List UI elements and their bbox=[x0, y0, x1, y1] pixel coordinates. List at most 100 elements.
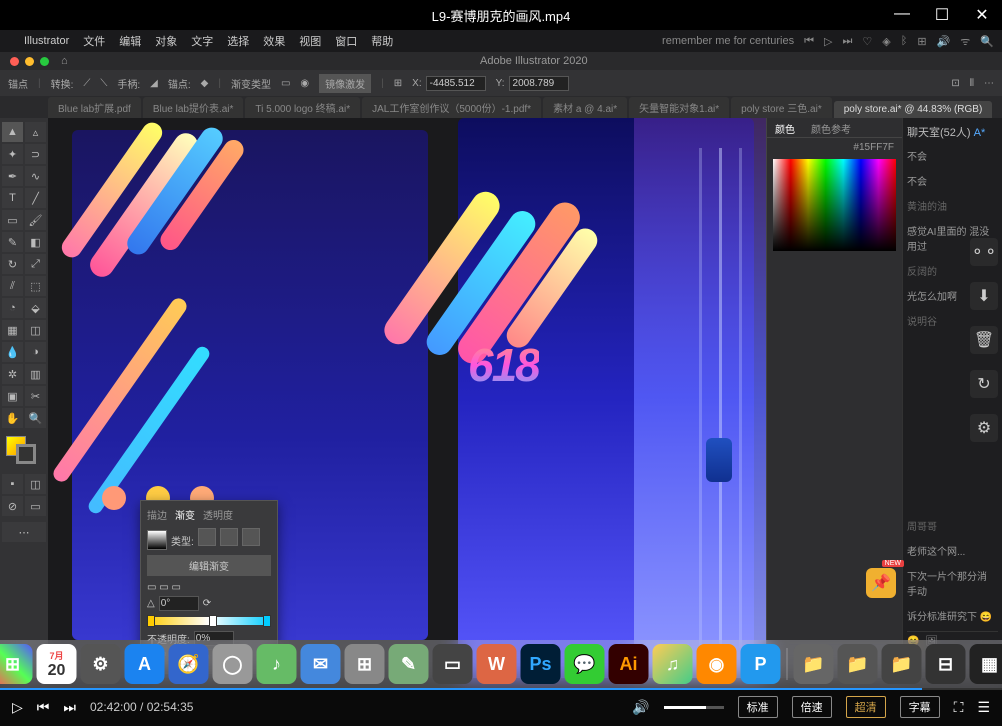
color-spectrum[interactable] bbox=[773, 159, 896, 251]
menu-object[interactable]: 对象 bbox=[155, 33, 177, 49]
traffic-max[interactable] bbox=[40, 57, 49, 66]
wifi-icon[interactable]: ᯤ bbox=[960, 34, 970, 49]
safari-icon[interactable]: 🧭 bbox=[169, 644, 209, 684]
menu-type[interactable]: 文字 bbox=[191, 33, 213, 49]
fill-stroke-swatch[interactable] bbox=[2, 436, 46, 466]
app-icon[interactable]: ✉ bbox=[301, 644, 341, 684]
play-button[interactable]: ▷ bbox=[12, 699, 23, 716]
scale-tool[interactable]: ⤢ bbox=[25, 254, 46, 274]
mirror-icon-2[interactable]: ◉ bbox=[300, 78, 309, 89]
folder-icon[interactable]: 📁 bbox=[838, 644, 878, 684]
menu-select[interactable]: 选择 bbox=[227, 33, 249, 49]
angle-input[interactable] bbox=[159, 596, 199, 611]
volume-button[interactable]: 🔊 bbox=[632, 699, 649, 716]
hand-tool[interactable]: ✋ bbox=[2, 408, 23, 428]
shape-builder-tool[interactable]: ◔ bbox=[2, 298, 23, 318]
app-icon[interactable]: ▦ bbox=[970, 644, 1002, 684]
line-tool[interactable]: ╱ bbox=[25, 188, 46, 208]
rect-tool[interactable]: ▭ bbox=[2, 210, 23, 230]
volume-icon[interactable]: 🔊 bbox=[937, 35, 951, 48]
panel-tab-opacity[interactable]: 透明度 bbox=[203, 507, 233, 522]
menu-window[interactable]: 窗口 bbox=[335, 33, 357, 49]
color-mode[interactable]: ▪ bbox=[2, 474, 23, 494]
launchpad-icon[interactable]: ⊞ bbox=[0, 644, 33, 684]
doc-tab[interactable]: Ti 5.000 logo 终稿.ai* bbox=[245, 97, 360, 118]
doc-tab[interactable]: Blue lab提价表.ai* bbox=[143, 97, 244, 118]
free-transform-tool[interactable]: ⬚ bbox=[25, 276, 46, 296]
delete-icon[interactable]: 🗑 bbox=[970, 326, 998, 354]
speed-tag[interactable]: 倍速 bbox=[792, 696, 832, 718]
app-icon[interactable]: ⊟ bbox=[926, 644, 966, 684]
app-icon[interactable]: P bbox=[741, 644, 781, 684]
wps-icon[interactable]: W bbox=[477, 644, 517, 684]
direct-select-tool[interactable]: ▵ bbox=[25, 122, 46, 142]
anchor-icon[interactable]: ◆ bbox=[201, 78, 209, 89]
refresh-icon[interactable]: ↻ bbox=[970, 370, 998, 398]
calendar-icon[interactable]: 7月20 bbox=[37, 644, 77, 684]
lasso-tool[interactable]: ⊃ bbox=[25, 144, 46, 164]
doc-tab[interactable]: Blue lab扩展.pdf bbox=[48, 97, 141, 118]
menu-edit[interactable]: 编辑 bbox=[119, 33, 141, 49]
app-icon[interactable]: ◯ bbox=[213, 644, 253, 684]
edit-gradient-button[interactable]: 编辑渐变 bbox=[147, 555, 271, 576]
grid-icon[interactable]: ⊞ bbox=[917, 35, 926, 48]
close-button[interactable]: ✕ bbox=[970, 5, 994, 25]
doc-tab[interactable]: 矢量智能对象1.ai* bbox=[629, 97, 729, 118]
color-guide-tab[interactable]: 颜色参考 bbox=[803, 118, 859, 137]
app-icon[interactable]: ✎ bbox=[389, 644, 429, 684]
more-icon[interactable]: ⋯ bbox=[984, 78, 994, 89]
handle-icon[interactable]: ◢ bbox=[150, 78, 158, 89]
eraser-tool[interactable]: ◧ bbox=[25, 232, 46, 252]
heart-icon[interactable]: ♡ bbox=[862, 35, 872, 48]
none-mode[interactable]: ⊘ bbox=[2, 496, 23, 516]
color-tab[interactable]: 颜色 bbox=[767, 118, 803, 137]
doc-tab-active[interactable]: poly store.ai* @ 44.83% (RGB) bbox=[834, 101, 993, 118]
illustrator-icon[interactable]: Ai bbox=[609, 644, 649, 684]
radial-type[interactable] bbox=[220, 528, 238, 546]
x-input[interactable] bbox=[426, 76, 486, 91]
canvas[interactable]: 618 描边 渐变 透明度 类型: 编辑渐变 ▭ ▭ ▭ △⟳ bbox=[48, 118, 1002, 678]
music-icon[interactable]: ♫ bbox=[653, 644, 693, 684]
blend-tool[interactable]: ◑ bbox=[25, 342, 46, 362]
y-input[interactable] bbox=[509, 76, 569, 91]
curvature-tool[interactable]: ∿ bbox=[25, 166, 46, 186]
app-icon[interactable]: ⊞ bbox=[345, 644, 385, 684]
app-icon[interactable]: ▭ bbox=[433, 644, 473, 684]
gradient-mode[interactable]: ◫ bbox=[25, 474, 46, 494]
perspective-tool[interactable]: ⬙ bbox=[25, 298, 46, 318]
pin-badge[interactable]: 📌NEW bbox=[866, 568, 896, 598]
mirror-icon[interactable]: ▭ bbox=[281, 78, 290, 89]
doc-tab[interactable]: poly store 三色.ai* bbox=[731, 97, 832, 118]
playlist-button[interactable]: ☰ bbox=[977, 699, 990, 716]
menu-effect[interactable]: 效果 bbox=[263, 33, 285, 49]
brush-tool[interactable]: 🖌 bbox=[25, 210, 46, 230]
next-track-icon[interactable]: ⏭ bbox=[842, 35, 852, 48]
appstore-dock-icon[interactable]: A bbox=[125, 644, 165, 684]
share-icon[interactable]: ⚬⚬ bbox=[970, 238, 998, 266]
convert-icon[interactable]: ⟋ bbox=[83, 78, 90, 89]
graph-tool[interactable]: ▥ bbox=[25, 364, 46, 384]
photoshop-icon[interactable]: Ps bbox=[521, 644, 561, 684]
volume-slider[interactable] bbox=[664, 706, 724, 709]
linear-type[interactable] bbox=[198, 528, 216, 546]
eyedropper-tool[interactable]: 💧 bbox=[2, 342, 23, 362]
settings-dock-icon[interactable]: ⚙ bbox=[81, 644, 121, 684]
artboard-tool[interactable]: ▣ bbox=[2, 386, 23, 406]
maximize-button[interactable]: ☐ bbox=[930, 5, 954, 25]
align-panel-icon[interactable]: ⫴ bbox=[970, 78, 974, 89]
mirror-label[interactable]: 镜像激发 bbox=[319, 74, 371, 93]
wand-tool[interactable]: ✦ bbox=[2, 144, 23, 164]
traffic-min[interactable] bbox=[25, 57, 34, 66]
app-icon[interactable]: ◉ bbox=[697, 644, 737, 684]
app-name[interactable]: Illustrator bbox=[24, 35, 69, 47]
slice-tool[interactable]: ✂ bbox=[25, 386, 46, 406]
gradient-tool[interactable]: ◫ bbox=[25, 320, 46, 340]
home-icon[interactable]: ⌂ bbox=[61, 55, 68, 67]
menu-help[interactable]: 帮助 bbox=[371, 33, 393, 49]
wechat-icon[interactable]: 💬 bbox=[565, 644, 605, 684]
doc-tab[interactable]: 素材 a @ 4.ai* bbox=[543, 97, 627, 118]
prev-track-icon[interactable]: ⏮ bbox=[804, 35, 814, 48]
app-icon[interactable]: ♪ bbox=[257, 644, 297, 684]
convert-icon-2[interactable]: ⟍ bbox=[100, 78, 107, 89]
type-tool[interactable]: T bbox=[2, 188, 23, 208]
